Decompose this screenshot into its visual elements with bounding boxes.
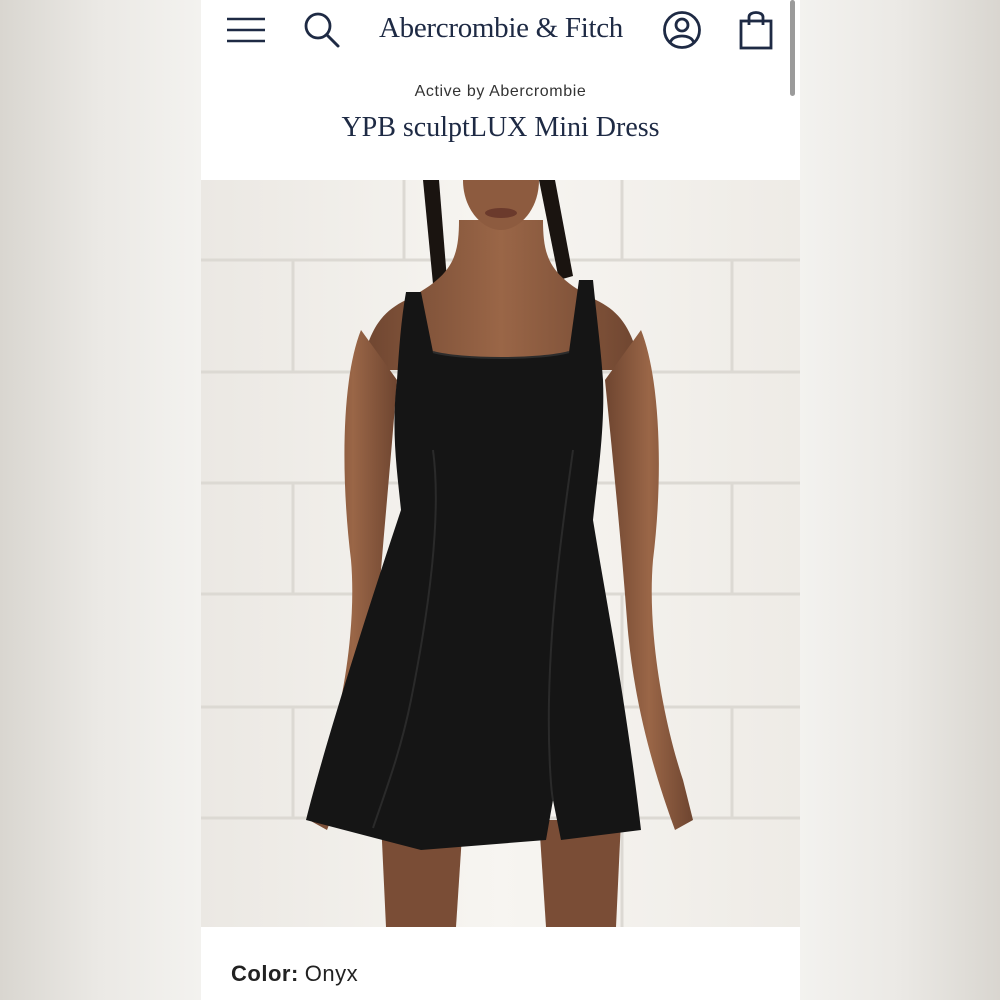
scrollbar[interactable] <box>790 0 795 96</box>
menu-button[interactable] <box>224 8 268 52</box>
brand-logo[interactable]: Abercrombie & Fitch <box>321 12 681 45</box>
product-brand: Active by Abercrombie <box>414 83 587 100</box>
menu-icon <box>227 17 265 43</box>
product-title: YPB sculptLUX Mini Dress <box>341 112 660 143</box>
color-label: Color: <box>231 961 299 986</box>
product-image[interactable] <box>201 180 800 927</box>
color-value: Onyx <box>304 961 359 986</box>
account-icon <box>663 11 701 49</box>
shopping-bag-button[interactable] <box>734 8 778 52</box>
product-page: Abercrombie & Fitch Active by Abercrombi… <box>201 0 800 1000</box>
shopping-bag-icon <box>739 11 773 50</box>
account-button[interactable] <box>660 8 704 52</box>
top-nav: Abercrombie & Fitch <box>201 0 800 60</box>
color-selector-label: Color: Onyx <box>231 961 358 987</box>
product-photo <box>201 180 800 927</box>
